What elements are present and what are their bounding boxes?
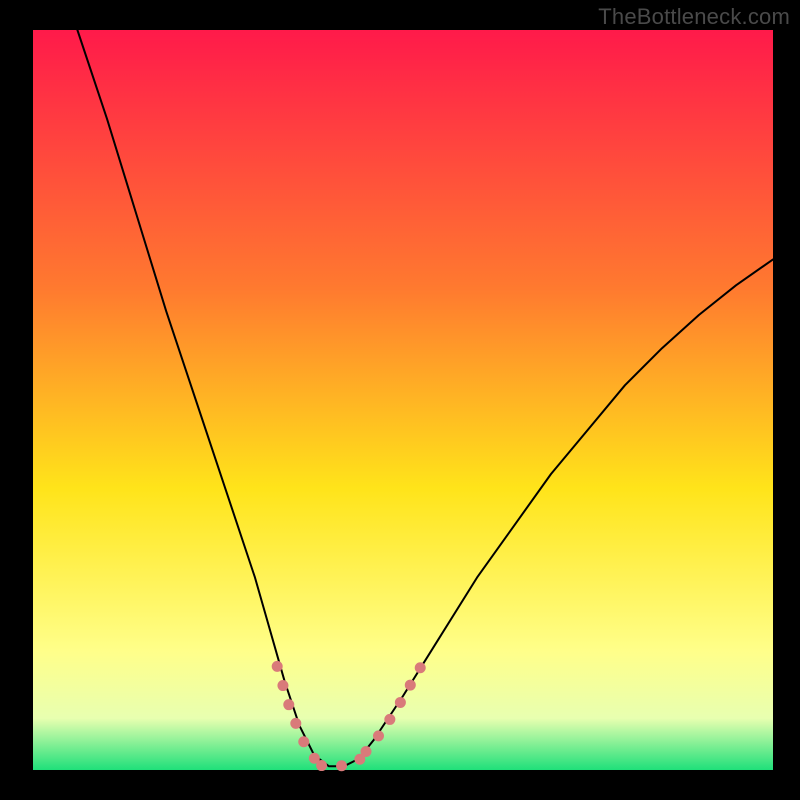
chart-frame: TheBottleneck.com	[0, 0, 800, 800]
watermark-text: TheBottleneck.com	[598, 4, 790, 30]
bottleneck-chart	[0, 0, 800, 800]
plot-background	[33, 30, 773, 770]
